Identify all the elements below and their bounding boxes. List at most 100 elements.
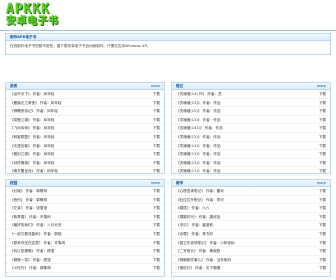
download-link[interactable]: 下载 — [153, 109, 160, 114]
book-title-link[interactable]: 《倚天屠龙传》 作者：凤年轻 — [10, 169, 58, 174]
site-logo[interactable]: APKKK 安卓电子书 — [6, 3, 126, 29]
book-row: 《灵魂墙(13)》 作者：作品 下载 — [172, 116, 330, 125]
logo-text-latin: APKKK — [6, 2, 51, 17]
download-link[interactable]: 下载 — [153, 126, 160, 131]
book-row: 《灵魂墙(15)》 作者：作品 下载 — [172, 107, 330, 116]
download-link[interactable]: 下载 — [319, 161, 326, 166]
download-link[interactable]: 下载 — [153, 161, 160, 166]
book-title-link[interactable]: 《灵魂墙(13)》 作者：作品 — [176, 152, 220, 157]
book-title-link[interactable]: 《灵魂墙(13)》 作者：作品 — [176, 101, 220, 106]
download-link[interactable]: 下载 — [319, 101, 326, 106]
book-title-link[interactable]: 《侯卫东官场笔记》 作者：小桥老树 — [176, 241, 235, 246]
download-link[interactable]: 下载 — [319, 206, 326, 211]
download-link[interactable]: 下载 — [153, 241, 160, 246]
book-title-link[interactable]: 《一起又看流星雨》 作者：郭妮 — [10, 232, 61, 237]
download-link[interactable]: 下载 — [153, 135, 160, 140]
more-link[interactable]: more — [151, 181, 160, 185]
book-title-link[interactable]: 《左耳》 作者：饶雪漫 — [10, 206, 47, 211]
download-link[interactable]: 下载 — [319, 92, 326, 97]
download-link[interactable]: 下载 — [319, 126, 326, 131]
download-link[interactable]: 下载 — [319, 266, 326, 271]
category-title[interactable]: 短幻 — [176, 84, 183, 89]
category-header: 校园 more — [6, 180, 164, 187]
download-link[interactable]: 下载 — [319, 249, 326, 254]
book-title-link[interactable]: 《悲伤》 作者：郭敬明 — [10, 198, 47, 203]
book-row: 《天涯剑客》 作者：凤年轻 下载 — [6, 142, 164, 151]
book-title-link[interactable]: 《鬼吹灯》 作者：天下霸唱 — [176, 266, 220, 271]
download-link[interactable]: 下载 — [153, 92, 160, 97]
book-title-link[interactable]: 《杜拉拉升职记》 作者：李可 — [176, 198, 224, 203]
download-link[interactable]: 下载 — [319, 169, 326, 174]
category-title[interactable]: 校园 — [10, 181, 17, 186]
book-title-link[interactable]: 《小时代》 作者：郭敬明 — [10, 266, 51, 271]
book-title-link[interactable]: 《灵魂墙(12)》 作者：作品 — [176, 135, 220, 140]
book-title-link[interactable]: 《致青春》 作者：辛夷坞 — [10, 215, 51, 220]
book-title-link[interactable]: 《浮沉》 作者：崔曼莉 — [176, 223, 213, 228]
more-link[interactable]: more — [151, 84, 160, 88]
book-title-link[interactable]: 《剑侠情缘》 作者：凤年轻 — [10, 161, 54, 166]
book-title-link[interactable]: 《傲剑江湖》 作者：凤年轻 — [10, 152, 54, 157]
more-link[interactable]: more — [317, 84, 326, 88]
download-link[interactable]: 下载 — [319, 198, 326, 203]
book-title-link[interactable]: 《鹿鼎记之奇侠》 作者：凤年轻 — [10, 101, 61, 106]
book-title-link[interactable]: 《灵魂墙(14) 作》 作者：灵 — [176, 92, 222, 97]
download-link[interactable]: 下载 — [319, 215, 326, 220]
download-link[interactable]: 下载 — [319, 232, 326, 237]
book-title-link[interactable]: 《明朝那些事儿》 作者：当年明月 — [176, 258, 231, 263]
book-title-link[interactable]: 《原来你还在这里》 作者：辛夷坞 — [10, 241, 65, 246]
book-row: 《小时代》 作者：郭敬明 下载 — [6, 264, 164, 273]
book-title-link[interactable]: 《灵魂墙(13)》 作者：作品 — [176, 118, 220, 123]
header-divider — [0, 30, 336, 31]
download-link[interactable]: 下载 — [153, 152, 160, 157]
download-link[interactable]: 下载 — [153, 232, 160, 237]
book-row: 《灵魂墙(13)》 作者：作品 下载 — [172, 99, 330, 108]
download-link[interactable]: 下载 — [153, 249, 160, 254]
book-title-link[interactable]: 《幻城》 作者：郭敬明 — [10, 189, 47, 194]
book-title-link[interactable]: 《笑傲江湖》 作者：凤年轻 — [10, 118, 54, 123]
book-title-link[interactable]: 《刺客联盟》 作者：凤年轻 — [10, 135, 54, 140]
book-title-link[interactable]: 《飞凤传奇》 作者：凤年轻 — [10, 126, 54, 131]
download-link[interactable]: 下载 — [319, 144, 326, 149]
book-title-link[interactable]: 《神雕侠传记》 作者：凤年轻 — [10, 109, 58, 114]
book-title-link[interactable]: 《灵魂墙(141)》 作者：作品 — [176, 126, 223, 131]
download-link[interactable]: 下载 — [153, 215, 160, 220]
book-row: 《神雕侠传记》 作者：凤年轻 下载 — [6, 107, 164, 116]
download-link[interactable]: 下载 — [319, 189, 326, 194]
download-link[interactable]: 下载 — [153, 223, 160, 228]
more-link[interactable]: more — [317, 181, 326, 185]
download-link[interactable]: 下载 — [153, 258, 160, 263]
book-title-link[interactable]: 《何以笙箫默》 作者：顾漫 — [10, 249, 54, 254]
book-title-link[interactable]: 《余罪》 作者：常书欣 — [176, 232, 213, 237]
book-title-link[interactable]: 《灵魂墙(14)》 作者：作品 — [176, 144, 220, 149]
category-title[interactable]: 都市 — [176, 181, 183, 186]
download-link[interactable]: 下载 — [319, 135, 326, 140]
book-title-link[interactable]: 《蜗居》 作者：六六 — [176, 206, 210, 211]
download-link[interactable]: 下载 — [153, 101, 160, 106]
download-link[interactable]: 下载 — [319, 109, 326, 114]
download-link[interactable]: 下载 — [319, 258, 326, 263]
category-title[interactable]: 武侠 — [10, 84, 17, 89]
book-title-link[interactable]: 《心理咨询笔记》 作者：雷米 — [176, 189, 224, 194]
book-title-link[interactable]: 《灵魂墙(13)》 作者：作品 — [176, 161, 220, 166]
book-row: 《幻城》 作者：郭敬明 下载 — [6, 187, 164, 196]
book-title-link[interactable]: 《裸婚时代》 作者：唐欣恬 — [176, 215, 220, 220]
download-link[interactable]: 下载 — [153, 266, 160, 271]
download-link[interactable]: 下载 — [153, 189, 160, 194]
download-link[interactable]: 下载 — [153, 118, 160, 123]
download-link[interactable]: 下载 — [319, 223, 326, 228]
download-link[interactable]: 下载 — [319, 152, 326, 157]
book-title-link[interactable]: 《龙吟天下》 作者：凤年轻 — [10, 92, 54, 97]
book-title-link[interactable]: 《微微一笑》 作者：顾漫 — [10, 258, 51, 263]
download-link[interactable]: 下载 — [319, 118, 326, 123]
book-title-link[interactable]: 《灵魂墙(15)》 作者：作品 — [176, 109, 220, 114]
download-link[interactable]: 下载 — [153, 206, 160, 211]
book-title-link[interactable]: 《二号首长》 作者：黄晓阳 — [176, 249, 220, 254]
logo-text-chinese: 安卓电子书 — [6, 16, 59, 27]
book-title-link[interactable]: 《天涯剑客》 作者：凤年轻 — [10, 144, 54, 149]
download-link[interactable]: 下载 — [153, 198, 160, 203]
download-link[interactable]: 下载 — [153, 169, 160, 174]
download-link[interactable]: 下载 — [153, 144, 160, 149]
book-title-link[interactable]: 《灵魂墙(11)》 作者：作品 — [176, 169, 220, 174]
book-title-link[interactable]: 《最好的我们》 作者：八月长安 — [10, 223, 61, 228]
download-link[interactable]: 下载 — [319, 241, 326, 246]
